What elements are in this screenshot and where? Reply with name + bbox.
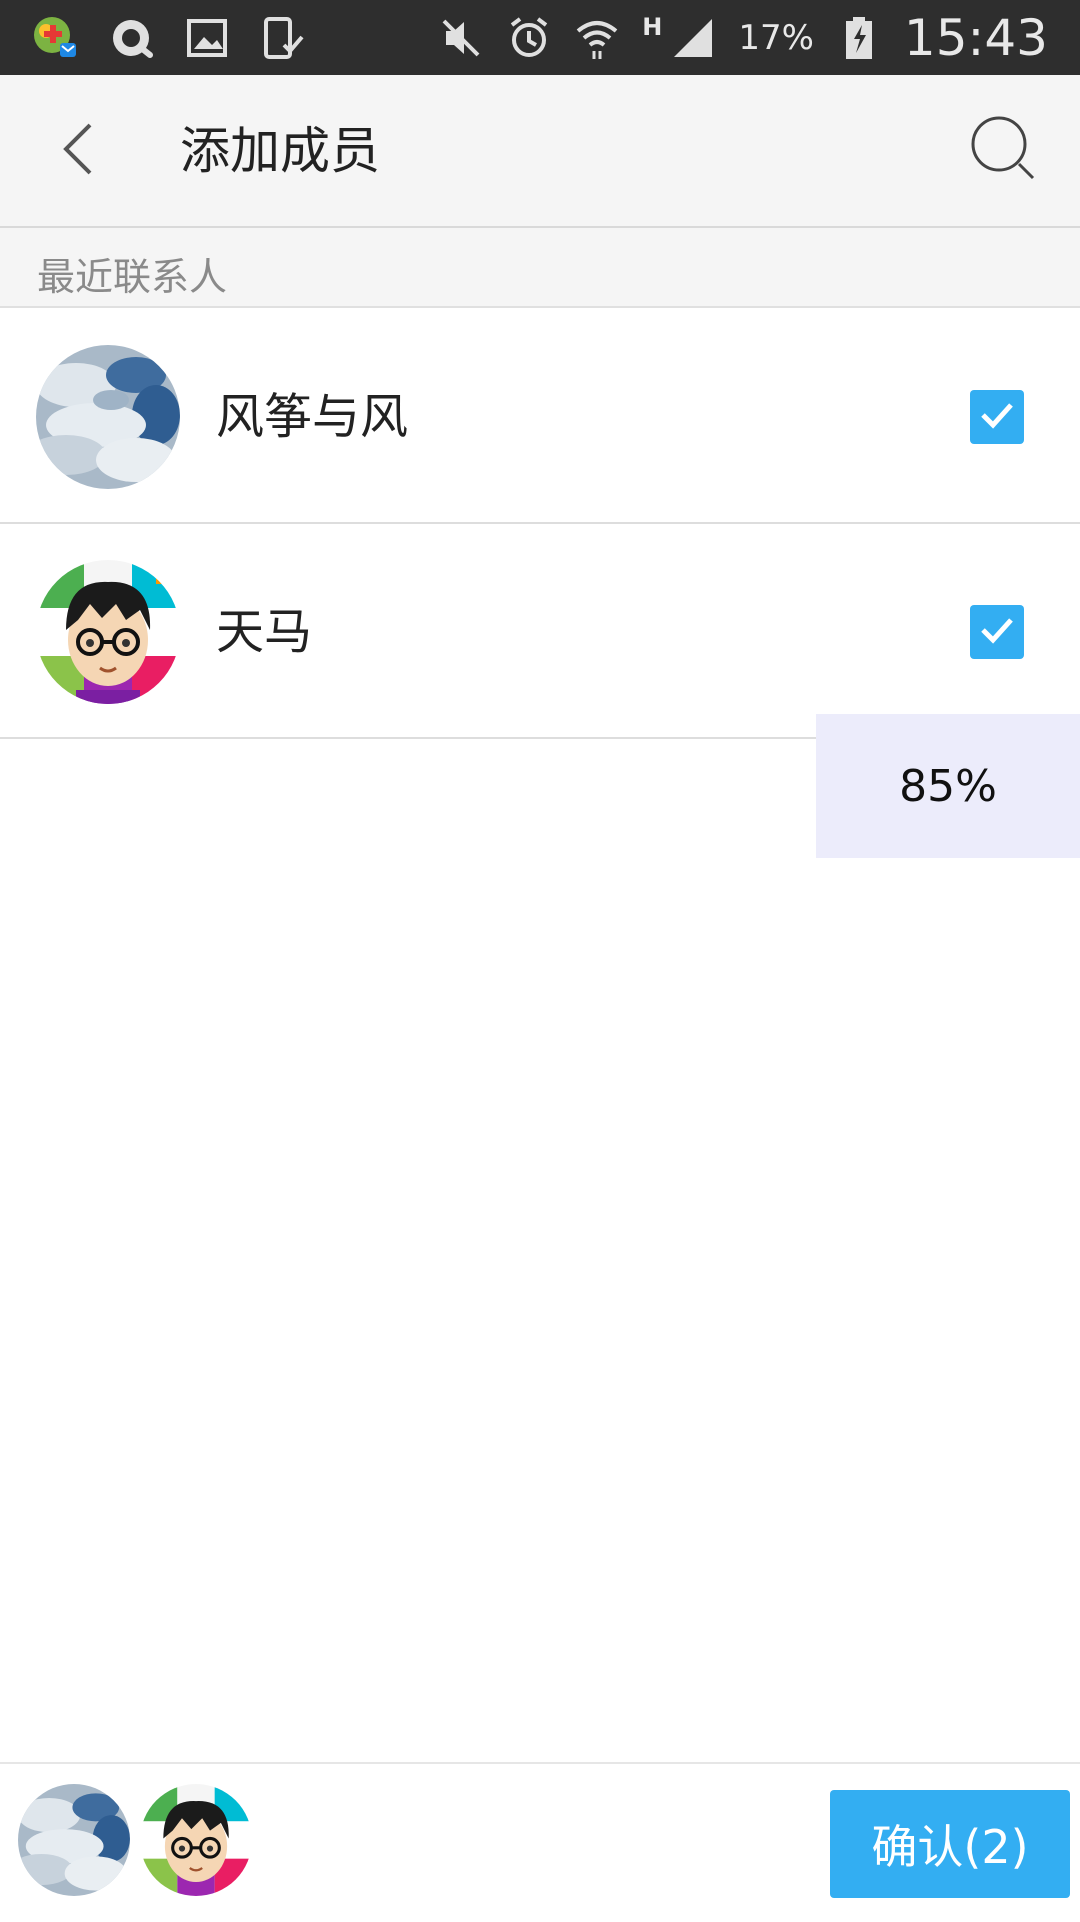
network-type-label: H [642, 12, 663, 41]
selected-avatar-boy[interactable] [140, 1784, 252, 1896]
qq-icon [108, 15, 154, 61]
contact-name: 风筝与风 [216, 389, 409, 445]
status-bar: H 17% 15:43 [0, 0, 1080, 75]
back-button[interactable] [40, 113, 116, 189]
signal-icon [670, 15, 716, 61]
search-icon [969, 114, 1039, 188]
select-checkbox[interactable] [970, 390, 1024, 444]
status-right-icons: H 17% 15:43 [438, 0, 1048, 75]
chevron-left-icon [56, 119, 100, 183]
status-left-icons [32, 0, 306, 75]
select-checkbox[interactable] [970, 605, 1024, 659]
alarm-icon [506, 15, 552, 61]
app-bar: 添加成员 [0, 75, 1080, 228]
device-check-icon [260, 15, 306, 61]
progress-toast: 85% [816, 714, 1080, 858]
cartoon-boy-glasses-avatar [36, 560, 180, 704]
contact-row[interactable]: 天马 [0, 525, 1080, 739]
bottom-bar: 确认(2) [0, 1762, 1080, 1922]
app-badge-icon [32, 15, 78, 61]
contact-row[interactable]: 风筝与风 [0, 310, 1080, 524]
section-header-recent: 最近联系人 [0, 228, 1080, 308]
battery-percent: 17% [738, 17, 814, 58]
checkmark-icon [977, 610, 1017, 654]
checkmark-icon [977, 395, 1017, 439]
contact-name: 天马 [216, 604, 313, 660]
section-label: 最近联系人 [37, 255, 228, 299]
wifi-icon [574, 15, 620, 61]
page-title: 添加成员 [180, 122, 380, 180]
selected-avatar-cloud[interactable] [18, 1784, 130, 1896]
search-button[interactable] [964, 111, 1044, 191]
clock: 15:43 [903, 8, 1048, 67]
confirm-button[interactable]: 确认(2) [830, 1790, 1070, 1898]
mute-icon [438, 15, 484, 61]
battery-charging-icon [836, 15, 882, 61]
image-icon [184, 15, 230, 61]
cloud-sky-avatar [36, 345, 180, 489]
